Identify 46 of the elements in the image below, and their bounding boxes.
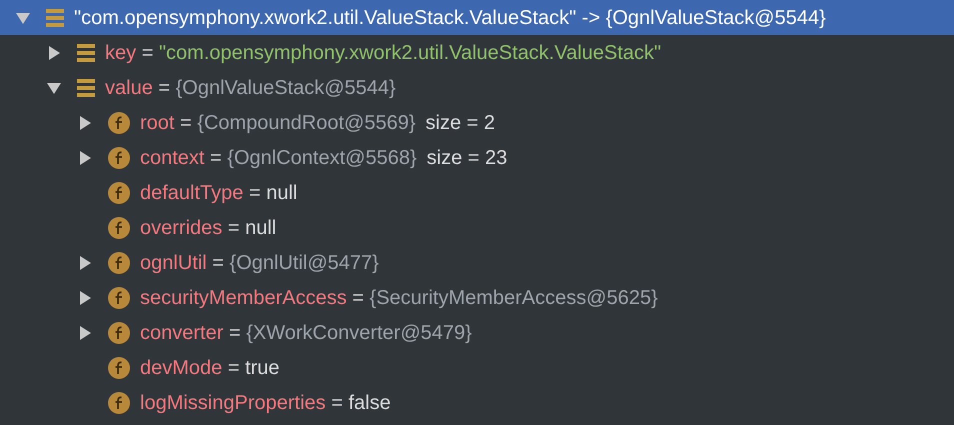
tree-row[interactable]: value = {OgnlValueStack@5544} [0, 70, 954, 105]
expand-arrow-icon[interactable] [78, 256, 92, 270]
tree-row[interactable]: ognlUtil = {OgnlUtil@5477} [0, 245, 954, 280]
tree-row[interactable]: converter = {XWorkConverter@5479} [0, 315, 954, 350]
field-icon [108, 182, 130, 204]
size-text: size = 23 [426, 146, 508, 170]
tree-row[interactable]: key = "com.opensymphony.xwork2.util.ValueStack.ValueStack" [0, 35, 954, 70]
tree-row[interactable]: context = {OgnlContext@5568} size = 23 [0, 140, 954, 175]
expand-arrow-icon[interactable] [47, 46, 61, 60]
field-icon [108, 146, 130, 168]
variable-text: logMissingProperties = false [140, 390, 391, 416]
expand-arrow-icon[interactable] [78, 150, 92, 164]
variable-text: value = {OgnlValueStack@5544} [105, 76, 396, 100]
variable-text: devMode = true [140, 356, 280, 380]
size-text: size = 2 [426, 110, 496, 136]
field-icon [108, 252, 130, 274]
expand-arrow-icon[interactable] [78, 116, 92, 130]
list-icon [77, 42, 95, 62]
variable-text: securityMemberAccess = {SecurityMemberAccess@5625} [140, 286, 658, 310]
list-icon [46, 8, 64, 28]
field-icon [108, 392, 130, 414]
collapse-arrow-icon[interactable] [47, 80, 61, 94]
variable-text: key = "com.opensymphony.xwork2.util.ValueStack.ValueStack" [105, 40, 662, 66]
expand-arrow-icon[interactable] [78, 326, 92, 340]
variable-text: defaultType = null [140, 180, 298, 206]
tree-row[interactable]: defaultType = null [0, 175, 954, 210]
collapse-arrow-icon[interactable] [16, 10, 30, 24]
tree-row[interactable]: overrides = null [0, 210, 954, 245]
field-icon [108, 286, 130, 308]
field-icon [108, 112, 130, 134]
expand-arrow-icon[interactable] [78, 290, 92, 304]
variable-text: root = {CompoundRoot@5569} [140, 110, 416, 136]
variable-text: ognlUtil = {OgnlUtil@5477} [140, 250, 379, 276]
variable-text: "com.opensymphony.xwork2.util.ValueStack.ValueStack" -> {OgnlValueStack@5544} [74, 6, 826, 30]
tree-row[interactable]: root = {CompoundRoot@5569} size = 2 [0, 105, 954, 140]
tree-row[interactable]: "com.opensymphony.xwork2.util.ValueStack.ValueStack" -> {OgnlValueStack@5544} [0, 0, 954, 35]
field-icon [108, 356, 130, 378]
tree-row[interactable]: securityMemberAccess = {SecurityMemberAccess@5625} [0, 280, 954, 315]
variable-text: converter = {XWorkConverter@5479} [140, 320, 472, 346]
list-icon [77, 78, 95, 98]
tree-row[interactable]: logMissingProperties = false [0, 385, 954, 420]
field-icon [108, 216, 130, 238]
variable-text: context = {OgnlContext@5568} [140, 146, 417, 170]
tree-row[interactable]: devMode = true [0, 350, 954, 385]
variable-text: overrides = null [140, 216, 276, 240]
field-icon [108, 322, 130, 344]
